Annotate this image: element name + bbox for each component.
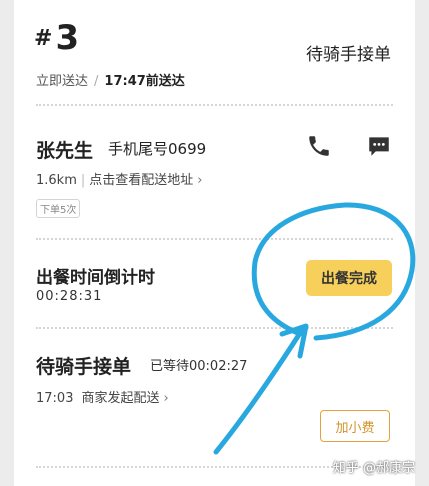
phone-tail: 手机尾号0699 [108,140,207,158]
delivery-mode: 立即送达 [36,74,89,89]
chat-icon[interactable] [366,133,392,159]
dispatch-label: 商家发起配送 [81,391,160,406]
delivery-info: 立即送达 / 17:47前送达 [36,70,185,89]
order-status: 待骑手接单 [306,45,391,65]
distance-divider: | [80,173,86,188]
divider [36,327,393,329]
delivery-separator: / [94,74,99,89]
dispatch-time: 17:03 [36,391,74,406]
chevron-right-icon: › [197,173,203,188]
phone-icon[interactable] [306,133,332,159]
countdown-title: 出餐时间倒计时 [36,268,155,288]
distance-value: 1.6km [36,173,77,188]
waiting-elapsed: 已等待00:02:27 [150,359,248,374]
dispatch-row[interactable]: 17:03 商家发起配送 › [36,387,169,406]
delivery-deadline: 17:47前送达 [104,74,185,89]
order-card: #3 待骑手接单 立即送达 / 17:47前送达 张先生 手机尾号0699 1.6k… [14,0,415,486]
chevron-right-icon: › [163,391,169,406]
countdown-timer: 00:28:31 [36,289,103,304]
waiting-title: 待骑手接单 [36,356,132,378]
watermark: 知乎 @郝康宗 [332,461,415,476]
customer-name: 张先生 [36,140,94,162]
address-link[interactable]: 点击查看配送地址 [89,173,193,188]
add-tip-button[interactable]: 加小费 [320,410,390,442]
order-number: #3 [34,18,81,58]
address-row[interactable]: 1.6km | 点击查看配送地址 › [36,169,202,188]
divider [36,238,393,240]
order-count-badge: 下单5次 [36,199,81,218]
meal-ready-button[interactable]: 出餐完成 [306,260,392,296]
divider [36,104,393,106]
